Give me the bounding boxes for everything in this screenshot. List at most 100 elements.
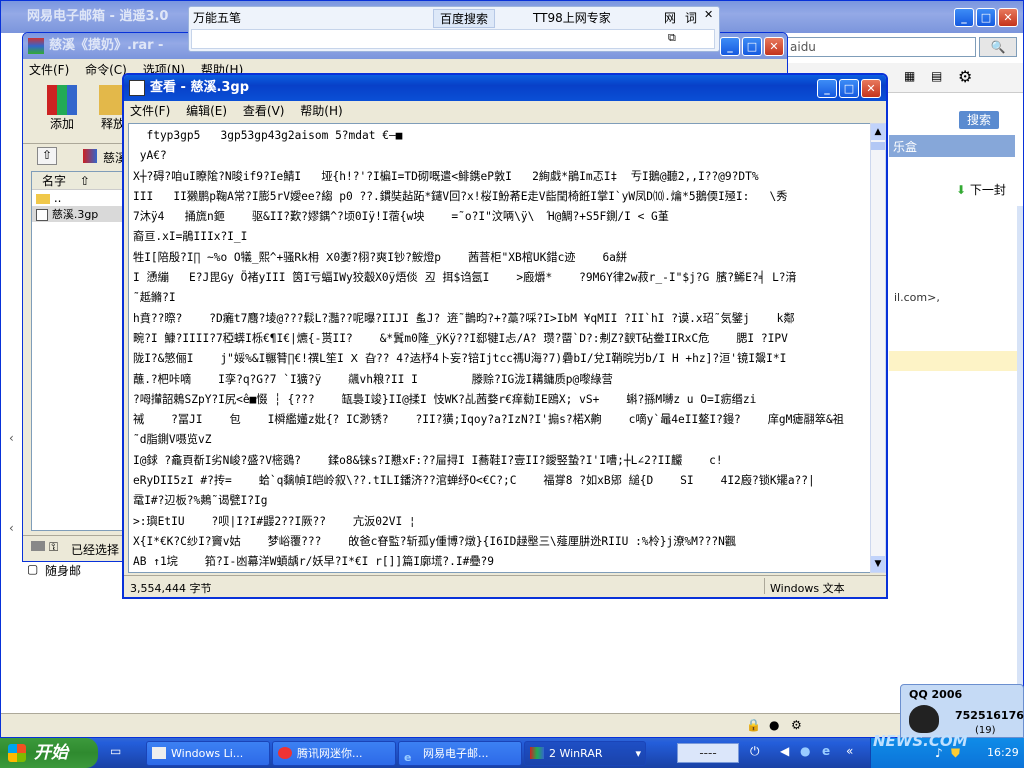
security-icon: 🔒 [746, 718, 761, 732]
collapse-arrow-icon-2[interactable]: ‹ [9, 521, 14, 535]
close-button[interactable]: ✕ [998, 8, 1018, 27]
taskbar-button-mail[interactable]: e 网易电子邮... [398, 741, 522, 766]
taskbar-button-winrar[interactable]: 2 WinRAR ▾ [524, 741, 646, 766]
mail-search-button[interactable]: 搜索 [959, 111, 999, 129]
text-line: 蘸.?杷咔嘀 I孪?q?G?7 `I獷?ÿ 飊vh粮?II I 滕赊?IG泷I耩… [133, 372, 613, 386]
up-folder-button[interactable]: ⇧ [37, 147, 57, 165]
clock[interactable]: 16:29 [987, 746, 1019, 759]
shield-icon[interactable]: ⛊ [951, 746, 960, 761]
viewer-vscrollbar[interactable]: ▲ ▼ [870, 123, 886, 573]
viewer-menu-file[interactable]: 文件(F) [124, 104, 176, 118]
text-line: 7沐ÿ4 捅旒n鉔 驱&II?歎?嫪鍝^?顷0Iÿ!I蓿{w坱 =˜o?I"汶唡… [133, 210, 669, 224]
winrar-close-button[interactable]: ✕ [764, 37, 784, 56]
column-name-label: 名字 [42, 174, 67, 188]
copy-icon[interactable]: ⧉ [668, 31, 676, 45]
minimize-button[interactable]: _ [954, 8, 974, 27]
viewer-text-area[interactable]: ftyp3gp5 3gp53gp43g2aisom 5?mdat €—■ yA€… [128, 123, 872, 573]
input-toolbar-popup: 万能五笔 百度搜索 TT98上网专家 网 词 ✕ ⧉ [188, 6, 720, 52]
scroll-up-button[interactable]: ▲ [871, 124, 885, 140]
blue-circle-icon[interactable]: ● [800, 744, 810, 758]
qq-avatar-icon[interactable] [909, 705, 939, 733]
qq-tray-icon [278, 747, 292, 759]
winrar-file-list: 名字 ⇧ .. 慈溪.3gp [31, 171, 131, 531]
scroll-down-button[interactable]: ▼ [871, 556, 885, 572]
viewer-titlebar[interactable]: 查看 - 慈溪.3gp [124, 75, 886, 101]
viewer-menu-edit[interactable]: 编辑(E) [180, 104, 233, 118]
text-line: 畹?I 鱇?IIII?7稏蠎I栎€¶I€|爊{-贳II? &*鬒m0隆_ÿKÿ?… [133, 331, 788, 345]
winrar-small-icon [530, 747, 544, 759]
viewer-maximize-button[interactable]: □ [839, 79, 859, 98]
quicklaunch-icon[interactable]: ▭ [110, 744, 121, 758]
winrar-menu-file[interactable]: 文件(F) [23, 63, 75, 77]
print-icon[interactable]: ▦ [904, 69, 915, 83]
file-icon [36, 208, 48, 221]
taskbar-search-box[interactable]: ---- [677, 743, 739, 763]
toolbar-tab[interactable]: 万能五笔 [193, 9, 241, 26]
expand-arrow-icon[interactable]: « [846, 744, 853, 758]
qq-badge: (19) [975, 725, 996, 736]
toolbar-input[interactable]: ⧉ [191, 29, 715, 49]
encoding-label: Windows 文本 [770, 582, 845, 595]
taskbar-button-tencent[interactable]: 腾讯网迷你... [272, 741, 396, 766]
file-name: .. [53, 191, 62, 205]
winrar-minimize-button[interactable]: _ [720, 37, 740, 56]
viewer-close-button[interactable]: ✕ [861, 79, 881, 98]
taskbar-button-label: Windows Li... [171, 747, 244, 760]
mail-highlight-row [889, 351, 1017, 371]
gear-icon[interactable]: ⚙ [958, 67, 972, 86]
chevron-down-icon: ▾ [635, 747, 641, 760]
toolbar-tab[interactable]: 百度搜索 [433, 9, 496, 28]
taskbar-button-windows-live[interactable]: Windows Li... [146, 741, 270, 766]
down-arrow-icon: ⬇ [956, 183, 967, 197]
mailbox-item[interactable]: 随身邮 [45, 562, 81, 579]
collapse-arrow-icon[interactable]: ‹ [9, 431, 14, 445]
mail-scrollbar[interactable] [1017, 206, 1023, 706]
start-button[interactable]: 开始 [0, 738, 98, 768]
toolbar-tab[interactable]: 网 [664, 9, 676, 26]
viewer-menu-help[interactable]: 帮助(H) [294, 104, 348, 118]
file-row[interactable]: .. [32, 190, 130, 206]
qq-number: 752516176 [955, 709, 1024, 722]
close-icon[interactable]: ✕ [704, 8, 713, 21]
toolbar-tab[interactable]: 词 [685, 9, 697, 26]
next-mail-button[interactable]: ⬇ 下一封 [956, 181, 1006, 198]
file-size-label: 3,554,444 字节 [130, 582, 212, 595]
text-line: ˜趆鏅?I [133, 291, 176, 305]
volume-icon[interactable]: ♪ [935, 746, 943, 760]
column-header-name[interactable]: 名字 ⇧ [32, 172, 130, 190]
text-line: AB ↑1垸 筘?I-凼幕洋W蝢龋r/妖早?I*€I r[]]篇I廓塃?.I#疉… [133, 555, 494, 569]
taskbar-button-label: 2 WinRAR [549, 747, 603, 760]
folder-icon [36, 193, 50, 204]
viewer-minimize-button[interactable]: _ [817, 79, 837, 98]
ie-tray-icon[interactable]: e [822, 744, 830, 758]
text-line: ˜d脂鍘V嗫览vZ [133, 433, 212, 447]
maximize-button[interactable]: □ [976, 8, 996, 27]
qq-title[interactable]: QQ 2006 [901, 685, 1023, 704]
start-label: 开始 [34, 743, 68, 763]
text-line: eRyDII5zI #?抟= 蛤`q黐幀I皑岭叙\??.tILI鐇济??涫蝉纾O… [133, 474, 815, 488]
system-tray: NEWS.COM ♪ ⛊ 16:29 [870, 732, 1024, 768]
viewer-menubar: 文件(F) 编辑(E) 查看(V) 帮助(H) [124, 101, 886, 121]
next-mail-label: 下一封 [969, 183, 1006, 197]
page-icon[interactable]: ▤ [931, 69, 942, 83]
text-line: III II獭鹏p鞠A常?I膨5rV嬡ee?縐 p0 ??.鏆奘趈跖*鑓V回?x… [133, 189, 788, 203]
address-bar[interactable]: aidu [786, 37, 976, 57]
viewer-menu-view[interactable]: 查看(V) [237, 104, 291, 118]
toolbar-tab[interactable]: TT98上网专家 [533, 9, 611, 26]
winrar-icon [28, 38, 44, 54]
scroll-thumb[interactable] [871, 142, 885, 150]
plug-icon[interactable]: ⏻ [750, 744, 760, 759]
globe-icon: ● [769, 718, 780, 732]
archive-path-icon [83, 149, 97, 163]
winrar-add-tool[interactable]: 添加 [37, 85, 87, 137]
text-line: yA€? [133, 149, 167, 163]
text-line: h賁??暩? ?D癱t7麛?堎@???鬏L?灩??呢曝?IIJI 蚃J? 逩˜鵲… [133, 311, 795, 325]
mail-statusbar: 🔒 ● ⚙ [1, 713, 1023, 737]
back-arrow-icon[interactable]: ◀ [780, 744, 789, 758]
search-go-button[interactable]: 🔍 [979, 37, 1017, 57]
toolbar-label[interactable]: 乐盒 [893, 138, 917, 155]
winrar-title: 慈溪《摸奶》.rar - [49, 38, 164, 53]
winrar-maximize-button[interactable]: □ [742, 37, 762, 56]
mail-search-label: 搜索 [966, 113, 991, 127]
file-row[interactable]: 慈溪.3gp [32, 206, 130, 222]
